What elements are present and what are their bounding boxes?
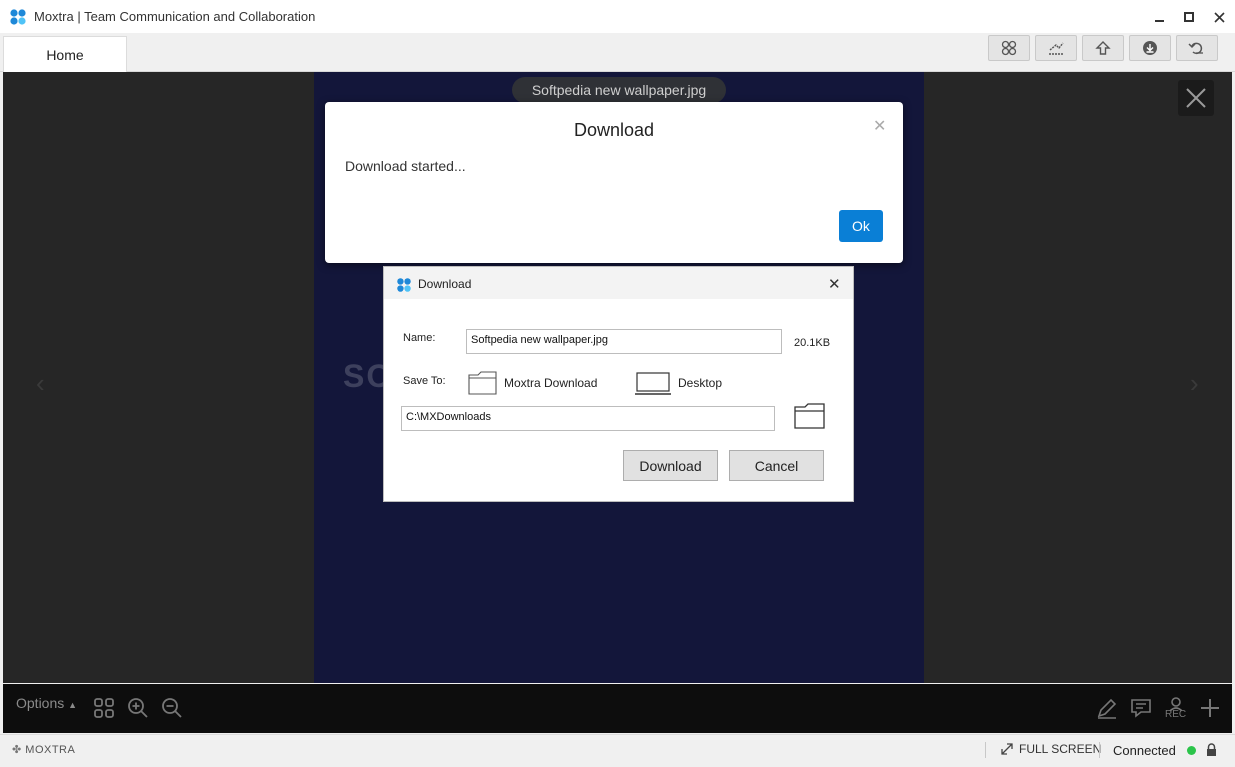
option-label: Desktop <box>678 376 723 390</box>
next-page-icon[interactable]: › <box>1190 368 1199 399</box>
dialog-title: Download <box>573 120 655 140</box>
maximize-button[interactable] <box>1174 6 1204 28</box>
pen-icon[interactable] <box>1095 696 1119 720</box>
divider <box>985 742 986 758</box>
folder-icon <box>468 371 497 395</box>
bottom-toolbar <box>3 684 1232 733</box>
zoom-out-icon[interactable] <box>160 696 184 720</box>
grid-view-icon[interactable] <box>92 696 116 720</box>
save-option-desktop[interactable]: Desktop <box>634 370 722 396</box>
undo-icon <box>1188 42 1203 55</box>
cancel-button[interactable]: Cancel <box>729 450 824 481</box>
moxtra-logo-icon <box>397 278 411 292</box>
expand-icon <box>1001 743 1013 755</box>
save-to-label: Save To: <box>403 375 446 387</box>
save-path-input[interactable]: C:\MXDownloads <box>401 406 775 431</box>
brand-logo: ✤ MOXTRA <box>12 743 75 756</box>
tab-home[interactable]: Home <box>3 36 127 72</box>
share-icon <box>1049 42 1064 55</box>
close-icon <box>1186 88 1206 108</box>
close-icon[interactable]: ✕ <box>873 116 886 136</box>
option-label: Moxtra Download <box>504 376 598 390</box>
clover-icon: ✤ <box>12 744 22 756</box>
file-name-input[interactable]: Softpedia new wallpaper.jpg <box>466 329 782 354</box>
laptop-icon <box>635 372 671 395</box>
brand-name: MOXTRA <box>25 744 76 756</box>
options-menu[interactable]: Options ▲ <box>16 695 77 711</box>
file-name-pill: Softpedia new wallpaper.jpg <box>512 77 726 103</box>
ok-button[interactable]: Ok <box>839 210 883 242</box>
previous-page-icon[interactable]: ‹ <box>36 368 45 399</box>
close-window-button[interactable] <box>1204 6 1234 28</box>
moxtra-apps-button[interactable] <box>988 35 1030 61</box>
fullscreen-label: FULL SCREEN <box>1019 742 1102 756</box>
clover-icon <box>1001 40 1017 56</box>
download-button[interactable] <box>1129 35 1171 61</box>
options-label: Options <box>16 695 65 711</box>
rec-label: REC <box>1165 709 1187 720</box>
lock-icon <box>1207 743 1216 756</box>
download-started-dialog: Download ✕ Download started... Ok <box>325 102 903 263</box>
arrow-up-icon <box>1095 41 1111 55</box>
download-dialog: Download ✕ Name: Softpedia new wallpaper… <box>383 266 854 502</box>
save-option-moxtra-download[interactable]: Moxtra Download <box>468 370 597 396</box>
fullscreen-button[interactable]: FULL SCREEN <box>1001 742 1101 756</box>
minimize-button[interactable] <box>1145 6 1175 28</box>
share-button[interactable] <box>1035 35 1077 61</box>
zoom-in-icon[interactable] <box>126 696 150 720</box>
status-dot <box>1187 746 1196 755</box>
download-icon <box>1143 41 1157 55</box>
viewer-close-button[interactable] <box>1178 80 1214 116</box>
add-icon[interactable] <box>1198 696 1222 720</box>
dialog-title: Download <box>418 277 472 291</box>
browse-folder-icon[interactable] <box>794 402 826 430</box>
name-label: Name: <box>403 332 436 344</box>
dialog-message: Download started... <box>345 158 466 174</box>
connection-status: Connected <box>1113 743 1176 758</box>
divider <box>1099 742 1100 758</box>
file-size: 20.1KB <box>794 337 831 349</box>
upload-button[interactable] <box>1082 35 1124 61</box>
undo-button[interactable] <box>1176 35 1218 61</box>
close-icon[interactable]: ✕ <box>828 275 841 293</box>
moxtra-logo-icon <box>10 9 26 25</box>
caret-up-icon: ▲ <box>68 700 78 710</box>
download-confirm-button[interactable]: Download <box>623 450 718 481</box>
window-title: Moxtra | Team Communication and Collabor… <box>34 9 316 24</box>
annotation-icon[interactable] <box>1129 696 1153 720</box>
